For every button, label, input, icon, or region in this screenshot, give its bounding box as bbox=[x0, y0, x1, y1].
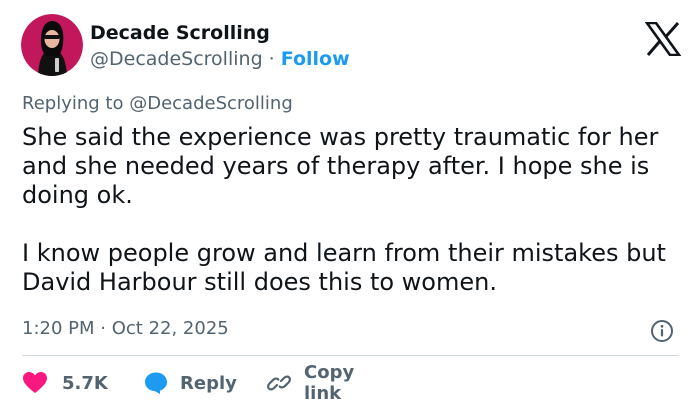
info-icon[interactable] bbox=[650, 319, 674, 343]
replying-to-label: Replying to bbox=[22, 93, 124, 114]
author-handle-row: @DecadeScrolling · Follow bbox=[90, 46, 350, 72]
follow-button[interactable]: Follow bbox=[281, 48, 350, 70]
reply-label: Reply bbox=[180, 372, 237, 394]
copy-link-button[interactable]: Copy link bbox=[266, 362, 354, 404]
reply-button[interactable]: Reply bbox=[143, 370, 237, 396]
like-count: 5.7K bbox=[62, 372, 108, 394]
avatar[interactable] bbox=[21, 14, 83, 76]
speech-bubble-icon bbox=[143, 371, 169, 395]
author-handle[interactable]: @DecadeScrolling bbox=[90, 48, 263, 70]
author-display-name[interactable]: Decade Scrolling bbox=[90, 20, 350, 46]
replying-to-line: Replying to @DecadeScrolling bbox=[22, 92, 293, 116]
tweet-text: She said the experience was pretty traum… bbox=[22, 123, 682, 297]
replying-to-handle[interactable]: @DecadeScrolling bbox=[129, 93, 293, 114]
link-icon bbox=[266, 371, 292, 395]
author-block: Decade Scrolling @DecadeScrolling · Foll… bbox=[90, 20, 350, 72]
tweet-paragraph: She said the experience was pretty traum… bbox=[22, 123, 659, 209]
tweet-timestamp[interactable]: 1:20 PM · Oct 22, 2025 bbox=[22, 317, 229, 341]
like-button[interactable]: 5.7K bbox=[22, 370, 108, 396]
handle-separator: · bbox=[268, 48, 275, 70]
heart-icon bbox=[22, 371, 48, 395]
divider bbox=[22, 355, 679, 356]
tweet-paragraph: I know people grow and learn from their … bbox=[22, 239, 666, 296]
x-logo-icon[interactable] bbox=[644, 21, 682, 57]
tweet-date: Oct 22, 2025 bbox=[111, 318, 229, 339]
copy-link-label: Copy link bbox=[304, 362, 355, 404]
timestamp-separator: · bbox=[100, 318, 106, 339]
tweet-time: 1:20 PM bbox=[22, 318, 95, 339]
tweet-header: Decade Scrolling @DecadeScrolling · Foll… bbox=[21, 14, 682, 78]
